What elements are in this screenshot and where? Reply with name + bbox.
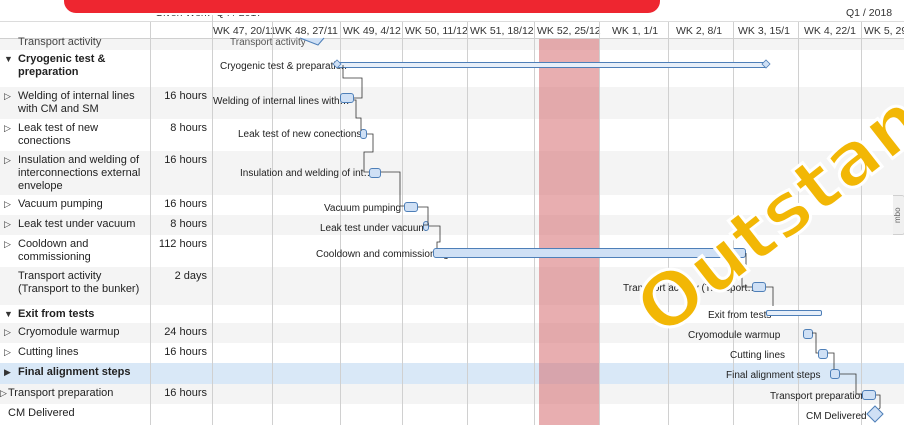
task-work: 16 hours bbox=[164, 198, 207, 210]
task-work: 24 hours bbox=[164, 326, 207, 338]
week-gridline bbox=[861, 22, 862, 425]
task-row[interactable]: ▷ Leak test of new conections 8 hours bbox=[0, 119, 904, 151]
task-title: Cryomodule warmup bbox=[18, 326, 120, 338]
timeline-label: Cryomodule warmup bbox=[688, 330, 781, 341]
week-header-47: WK 47, 20/11 bbox=[213, 25, 276, 37]
task-work: 2 days bbox=[174, 270, 207, 282]
task-bar-cutting-lines[interactable] bbox=[818, 349, 828, 359]
task-work: 16 hours bbox=[164, 154, 207, 166]
task-title: Cryogenic test & preparation bbox=[18, 53, 106, 78]
week-header-2: WK 2, 8/1 bbox=[676, 25, 723, 37]
task-work: 16 hours bbox=[164, 387, 207, 399]
task-work: 8 hours bbox=[170, 218, 207, 230]
summary-bar-cryogenic[interactable] bbox=[337, 62, 767, 68]
week-header-3: WK 3, 15/1 bbox=[738, 25, 790, 37]
timeline-label: Cutting lines bbox=[730, 350, 786, 361]
expand-triangle-icon[interactable]: ▶ bbox=[4, 366, 11, 379]
task-work: 16 hours bbox=[164, 346, 207, 358]
expand-triangle-icon[interactable]: ▷ bbox=[4, 122, 11, 135]
task-work: 112 hours bbox=[158, 238, 207, 250]
task-title: Final alignment steps bbox=[18, 366, 131, 378]
timeline-label: Transport activity bbox=[230, 37, 306, 48]
week-header-51: WK 51, 18/12 bbox=[470, 25, 534, 37]
task-bar-leak-test-vacuum[interactable] bbox=[423, 221, 429, 231]
task-title: CM Delivered bbox=[8, 407, 75, 419]
task-title: Insulation and welding of interconnectio… bbox=[18, 154, 141, 192]
week-gridline bbox=[272, 22, 273, 425]
week-header-48: WK 48, 27/11 bbox=[275, 25, 338, 37]
collapse-triangle-icon[interactable]: ▼ bbox=[4, 53, 13, 66]
task-work: 16 hours bbox=[164, 90, 207, 102]
expand-triangle-icon[interactable]: ▷ bbox=[4, 198, 11, 211]
week-header-52: WK 52, 25/12 bbox=[537, 25, 601, 37]
expand-triangle-icon[interactable]: ▷ bbox=[4, 154, 11, 167]
task-bar-leak-test[interactable] bbox=[360, 129, 367, 139]
week-header-49: WK 49, 4/12 bbox=[343, 25, 401, 37]
week-header-4: WK 4, 22/1 bbox=[804, 25, 856, 37]
highlighted-week-band bbox=[539, 39, 599, 425]
task-work: 8 hours bbox=[170, 122, 207, 134]
timeline-label: CM Delivered bbox=[806, 411, 867, 422]
expand-triangle-icon[interactable]: ▷ bbox=[4, 238, 11, 251]
timeline-label: Cooldown and commissioning bbox=[316, 249, 449, 260]
task-bar-insulation[interactable] bbox=[369, 168, 381, 178]
task-title: Transport activity (Transport to the bun… bbox=[18, 270, 140, 295]
task-row[interactable]: ▼ Cryogenic test & preparation bbox=[0, 50, 904, 87]
task-bar-welding[interactable] bbox=[340, 93, 354, 103]
timeline-label: Welding of internal lines with… bbox=[213, 96, 350, 107]
collapse-triangle-icon[interactable]: ▼ bbox=[4, 308, 13, 321]
timeline-label: Leak test of new conections bbox=[238, 129, 362, 140]
summary-bar-exit[interactable] bbox=[766, 310, 822, 316]
task-title: Cooldown and commissioning bbox=[18, 238, 91, 263]
expand-triangle-icon[interactable]: ▷ bbox=[4, 218, 11, 231]
task-bar-transport-preparation[interactable] bbox=[862, 390, 876, 400]
side-panel-tab[interactable]: mbo bbox=[893, 195, 904, 235]
task-row[interactable]: CM Delivered bbox=[0, 404, 904, 425]
quarter-header-q1: Q1 / 2018 bbox=[846, 7, 893, 19]
week-header-50: WK 50, 11/12 bbox=[405, 25, 468, 37]
task-title: Vacuum pumping bbox=[18, 198, 103, 210]
week-header-5: WK 5, 29 bbox=[864, 25, 904, 37]
timeline-label: Final alignment steps bbox=[726, 370, 821, 381]
column-divider[interactable] bbox=[212, 0, 213, 425]
task-bar-vacuum-pumping[interactable] bbox=[404, 202, 418, 212]
task-title: Leak test of new conections bbox=[18, 122, 99, 147]
timeline-label: Insulation and welding of int… bbox=[240, 168, 374, 179]
timeline-label: Cryogenic test & preparation bbox=[220, 61, 347, 72]
task-title: Exit from tests bbox=[18, 308, 95, 320]
timeline-label: Leak test under vacuum bbox=[320, 223, 427, 234]
week-gridline bbox=[668, 22, 669, 425]
timeline-label: Transport preparation bbox=[770, 391, 866, 402]
red-banner-overlay bbox=[62, 0, 662, 15]
week-gridline bbox=[467, 22, 468, 425]
task-title: Welding of internal lines with CM and SM bbox=[18, 90, 135, 115]
task-bar-final-alignment[interactable] bbox=[830, 369, 840, 379]
task-title: Leak test under vacuum bbox=[18, 218, 136, 230]
task-title: Transport preparation bbox=[8, 387, 114, 399]
task-row[interactable]: ▷ Transport preparation 16 hours bbox=[0, 384, 904, 404]
task-row[interactable]: Transport activity bbox=[0, 36, 904, 50]
week-header-1: WK 1, 1/1 bbox=[612, 25, 659, 37]
task-row[interactable]: ▷ Welding of internal lines with CM and … bbox=[0, 87, 904, 119]
timeline-label: Vacuum pumping bbox=[324, 203, 402, 214]
week-gridline bbox=[599, 22, 600, 425]
column-divider[interactable] bbox=[150, 22, 151, 425]
task-bar-cryomodule-warmup[interactable] bbox=[803, 329, 813, 339]
expand-triangle-icon[interactable]: ▷ bbox=[4, 90, 11, 103]
week-gridline bbox=[534, 22, 535, 425]
task-title: Transport activity bbox=[18, 36, 102, 48]
expand-triangle-icon[interactable]: ▷ bbox=[0, 387, 7, 400]
expand-triangle-icon[interactable]: ▷ bbox=[4, 326, 11, 339]
expand-triangle-icon[interactable]: ▷ bbox=[4, 346, 11, 359]
task-title: Cutting lines bbox=[18, 346, 79, 358]
